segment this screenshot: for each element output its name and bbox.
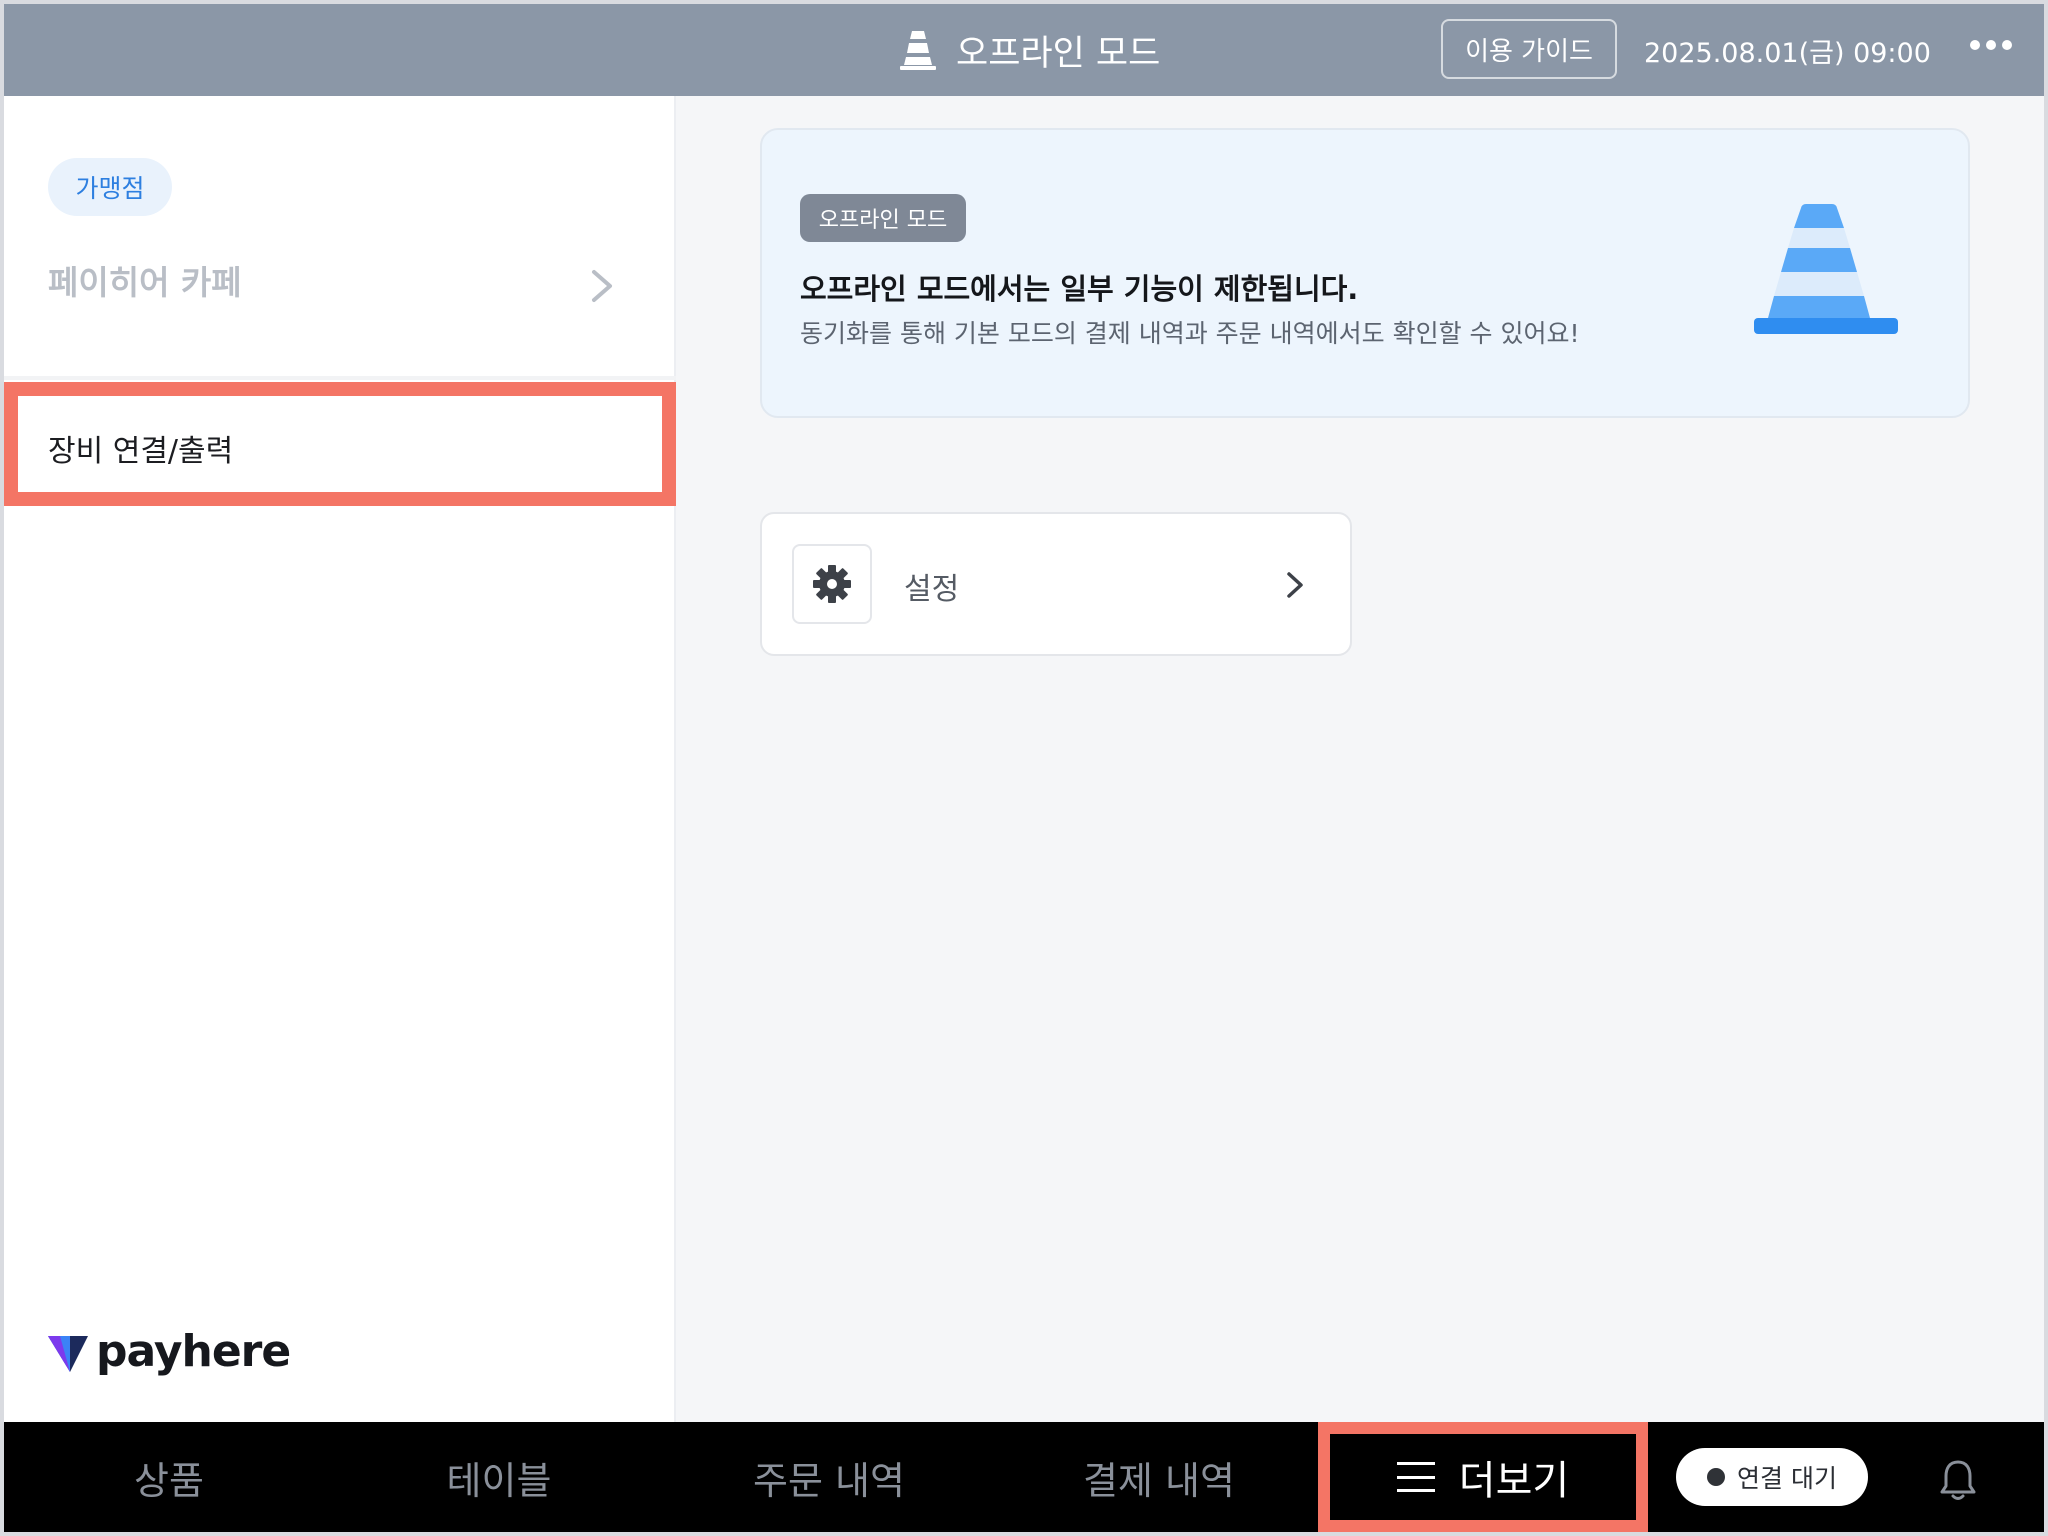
payhere-logo-icon — [48, 1335, 88, 1372]
connection-status-pill[interactable]: 연결 대기 — [1676, 1448, 1868, 1506]
top-bar: 오프라인 모드 이용 가이드 2025.08.01(금) 09:00 — [4, 4, 2044, 96]
gear-icon — [813, 565, 851, 603]
connection-status-label: 연결 대기 — [1737, 1464, 1837, 1493]
chevron-right-icon[interactable] — [588, 266, 616, 306]
nav-products[interactable]: 상품 — [4, 1422, 334, 1532]
logo-text: payhere — [96, 1326, 291, 1377]
nav-payment-history[interactable]: 결제 내역 — [994, 1422, 1324, 1532]
banner-description: 동기화를 통해 기본 모드의 결제 내역과 주문 내역에서도 확인할 수 있어요… — [800, 319, 1580, 348]
settings-label: 설정 — [904, 572, 960, 607]
nav-tables[interactable]: 테이블 — [334, 1422, 664, 1532]
more-options-icon[interactable] — [1970, 40, 2012, 50]
banner-title: 오프라인 모드에서는 일부 기능이 제한됩니다. — [800, 272, 1359, 306]
sidebar: 가맹점 페이히어 카페 장비 연결/출력 payhere — [4, 96, 676, 1422]
offline-mode-title: 오프라인 모드 — [898, 4, 1160, 96]
bottom-nav: 상품 테이블 주문 내역 결제 내역 더보기 연결 대기 — [4, 1422, 2044, 1532]
nav-order-history[interactable]: 주문 내역 — [664, 1422, 994, 1532]
sidebar-item-label: 장비 연결/출력 — [48, 434, 234, 469]
page-title: 오프라인 모드 — [956, 33, 1161, 74]
chevron-right-icon — [1287, 572, 1303, 598]
store-chip: 가맹점 — [48, 158, 172, 216]
store-name[interactable]: 페이히어 카페 — [48, 256, 242, 304]
settings-card[interactable]: 설정 — [760, 512, 1352, 656]
offline-badge: 오프라인 모드 — [800, 194, 966, 242]
datetime-display: 2025.08.01(금) 09:00 — [1644, 37, 1931, 69]
payhere-logo: payhere — [46, 1326, 291, 1377]
app-window: 오프라인 모드 이용 가이드 2025.08.01(금) 09:00 가맹점 페… — [4, 4, 2044, 1532]
hamburger-menu-icon — [1396, 1462, 1435, 1492]
traffic-cone-icon — [1754, 204, 1898, 334]
offline-mode-banner: 오프라인 모드 오프라인 모드에서는 일부 기능이 제한됩니다. 동기화를 통해… — [760, 128, 1970, 418]
user-guide-button[interactable]: 이용 가이드 — [1441, 19, 1617, 79]
bell-icon[interactable] — [1938, 1458, 1978, 1502]
gear-icon-box — [792, 544, 872, 624]
nav-more-button[interactable]: 더보기 — [1318, 1422, 1648, 1532]
status-dot-icon — [1707, 1468, 1726, 1486]
traffic-cone-icon — [900, 31, 936, 70]
divider — [4, 376, 676, 380]
nav-more-label: 더보기 — [1458, 1458, 1570, 1504]
